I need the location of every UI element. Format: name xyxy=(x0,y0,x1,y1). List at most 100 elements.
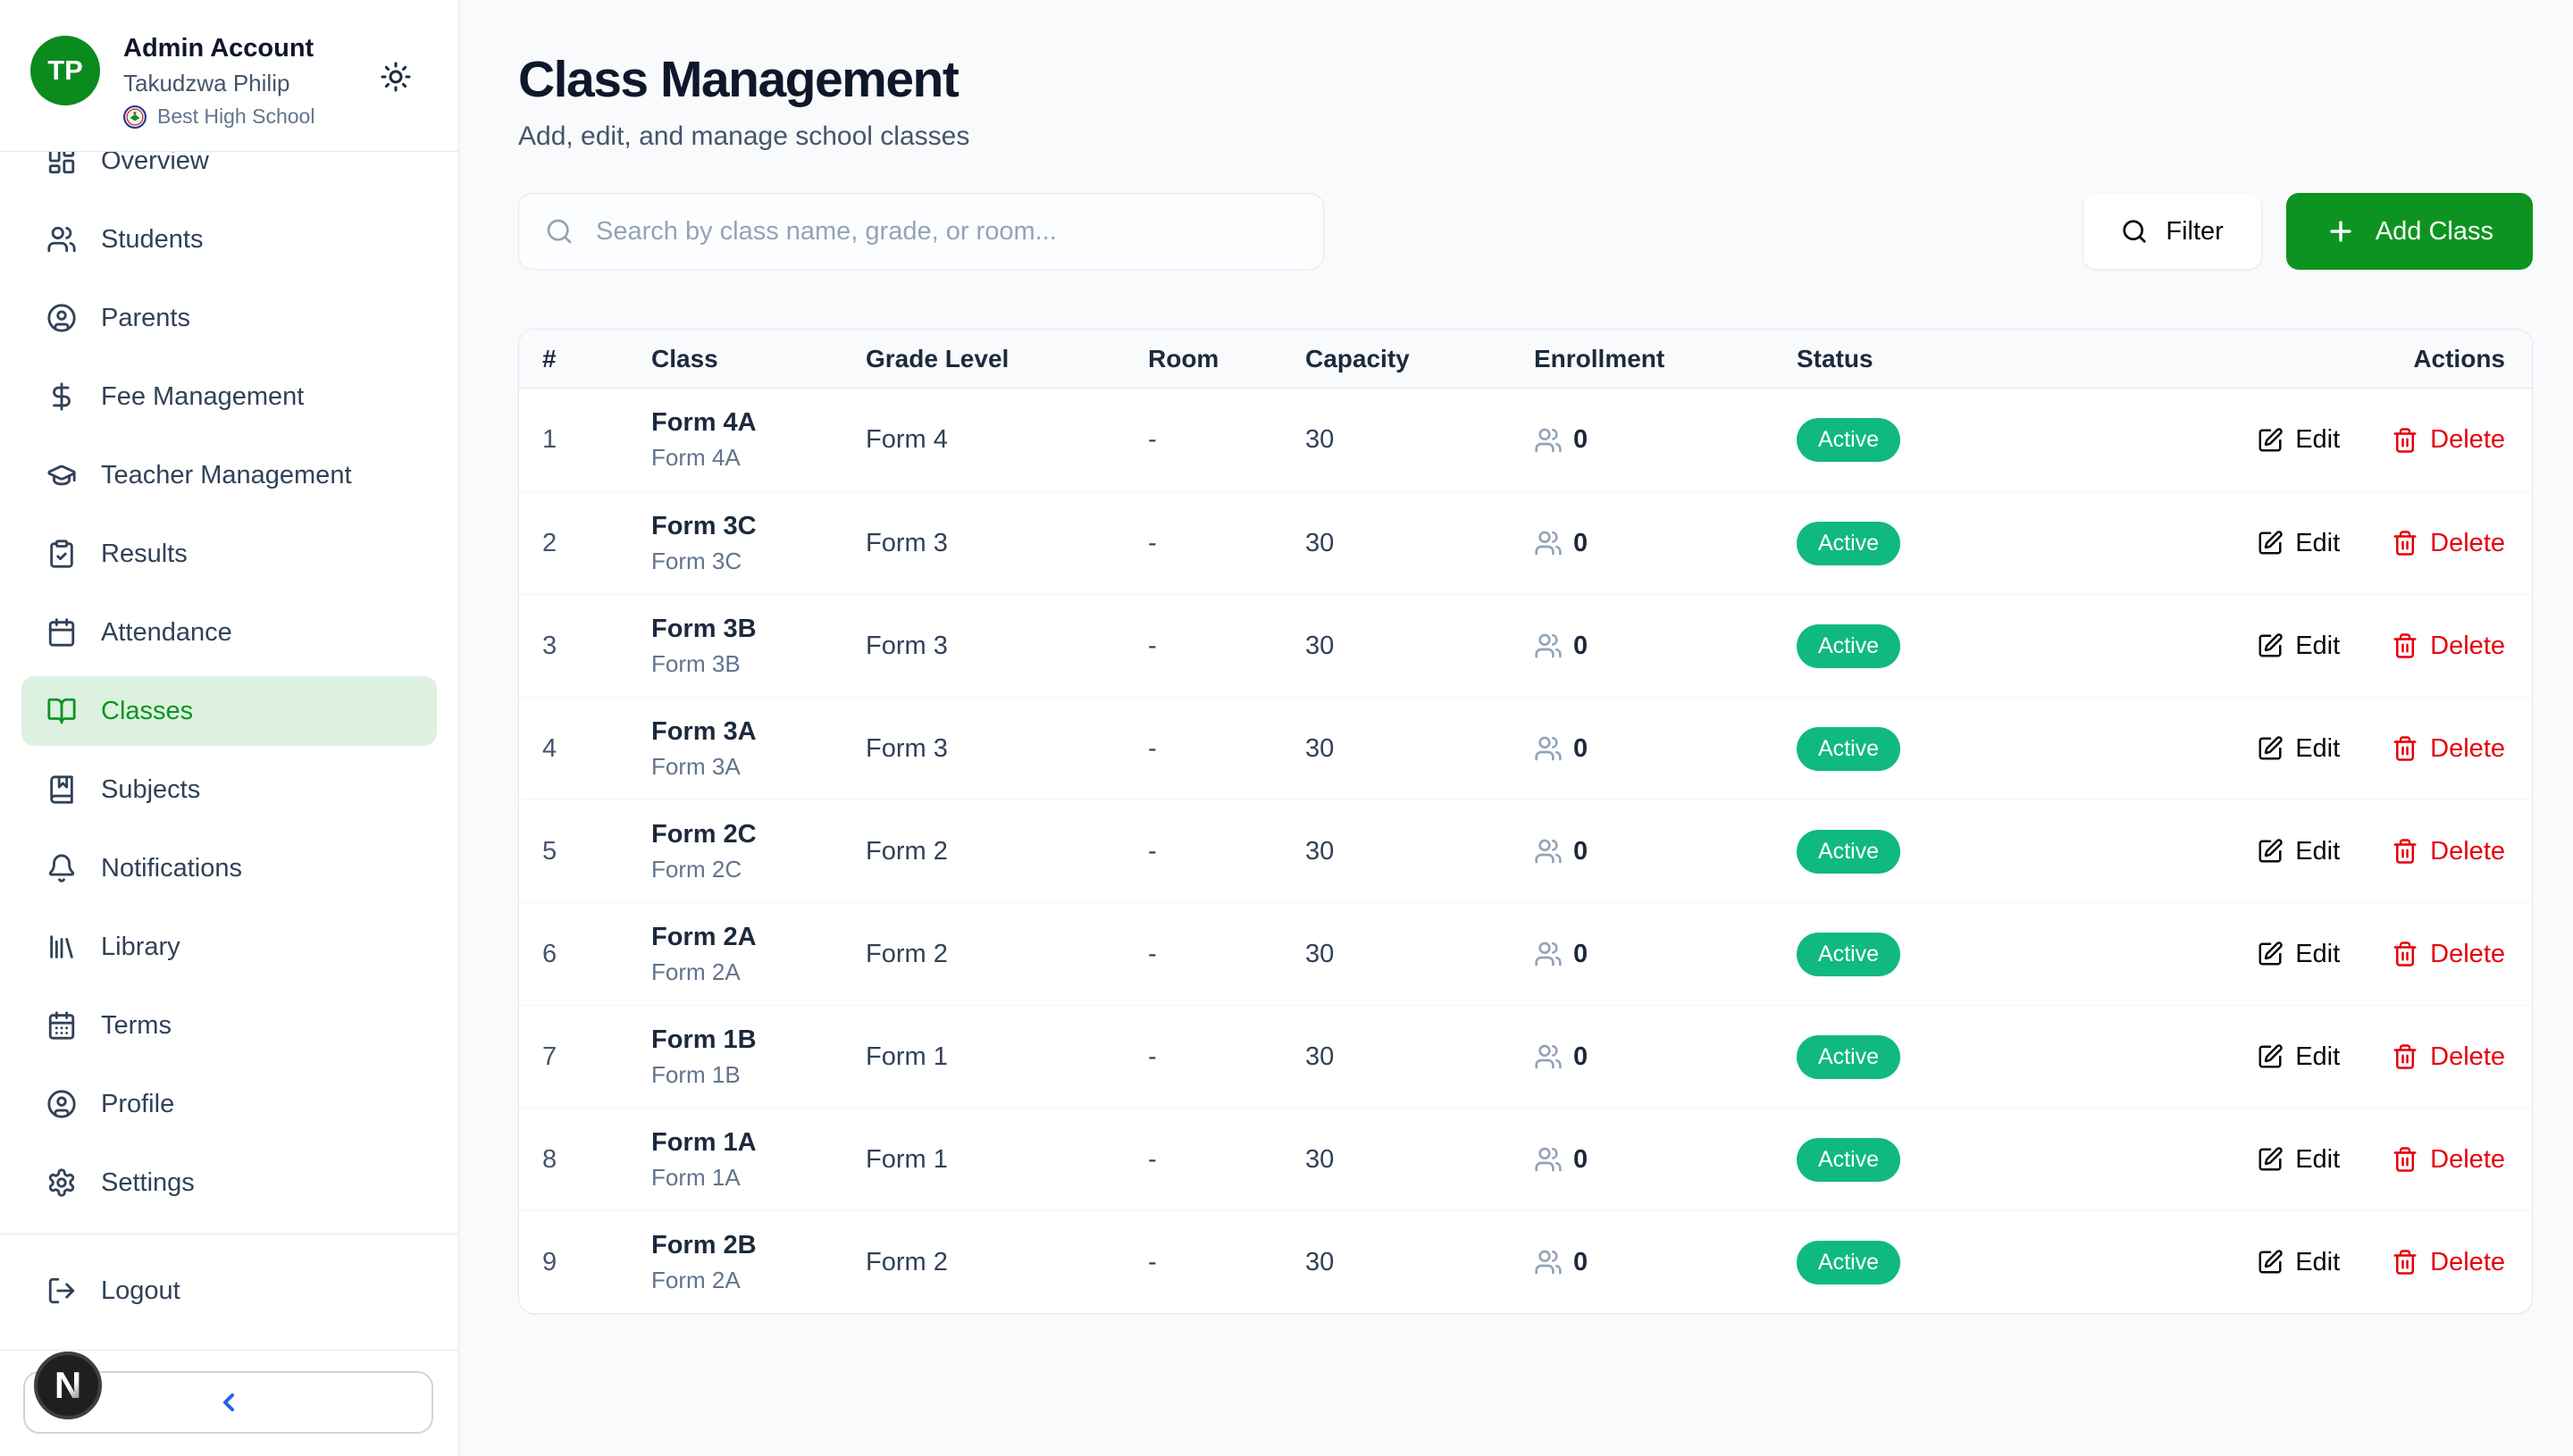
classes-table: # Class Grade Level Room Capacity Enroll… xyxy=(518,329,2533,1314)
grade-level: Form 2 xyxy=(866,837,1148,866)
status-badge: Active xyxy=(1797,727,1900,771)
nextjs-dev-badge[interactable]: N xyxy=(34,1351,102,1419)
edit-button[interactable]: Edit xyxy=(2257,1248,2340,1277)
table-row: 2 Form 3C Form 3C Form 3 - 30 0 Active xyxy=(519,491,2532,594)
logout-label: Logout xyxy=(101,1276,180,1306)
sidebar-item-terms[interactable]: Terms xyxy=(21,991,437,1060)
add-class-button[interactable]: Add Class xyxy=(2286,193,2533,270)
sidebar-item-fee-management[interactable]: Fee Management xyxy=(21,362,437,431)
sidebar-item-subjects[interactable]: Subjects xyxy=(21,755,437,824)
class-name: Form 2C xyxy=(651,820,866,849)
sidebar-item-label: Library xyxy=(101,933,180,962)
toolbar: Filter Add Class xyxy=(518,193,2533,270)
row-number: 4 xyxy=(542,734,651,764)
users-icon xyxy=(46,224,77,255)
sidebar: TP Admin Account Takudzwa Philip Best Hi… xyxy=(0,0,459,1456)
column-header-status: Status xyxy=(1797,345,2217,373)
theme-toggle-button[interactable] xyxy=(380,61,412,93)
edit-button[interactable]: Edit xyxy=(2257,940,2340,969)
delete-button[interactable]: Delete xyxy=(2392,529,2505,558)
enrollment-count: 0 xyxy=(1573,1248,1588,1277)
dollar-icon xyxy=(46,381,77,412)
sidebar-item-results[interactable]: Results xyxy=(21,519,437,589)
enrollment-count: 0 xyxy=(1573,529,1588,558)
column-header-capacity: Capacity xyxy=(1305,345,1534,373)
room: - xyxy=(1148,734,1305,764)
nextjs-dev-badge-letter: N xyxy=(54,1364,81,1407)
status-badge: Active xyxy=(1797,1241,1900,1284)
capacity: 30 xyxy=(1305,425,1534,455)
room: - xyxy=(1148,1145,1305,1175)
sun-icon xyxy=(380,61,412,93)
sidebar-item-notifications[interactable]: Notifications xyxy=(21,833,437,903)
edit-button[interactable]: Edit xyxy=(2257,734,2340,764)
edit-button-label: Edit xyxy=(2295,940,2340,969)
trash-icon xyxy=(2392,530,2418,556)
status-badge: Active xyxy=(1797,830,1900,874)
table-row: 3 Form 3B Form 3B Form 3 - 30 0 Active xyxy=(519,594,2532,697)
edit-button[interactable]: Edit xyxy=(2257,529,2340,558)
filter-button[interactable]: Filter xyxy=(2083,194,2260,269)
edit-button[interactable]: Edit xyxy=(2257,425,2340,455)
delete-button[interactable]: Delete xyxy=(2392,1248,2505,1277)
column-header-room: Room xyxy=(1148,345,1305,373)
sidebar-item-teacher-management[interactable]: Teacher Management xyxy=(21,440,437,510)
delete-button[interactable]: Delete xyxy=(2392,734,2505,764)
room: - xyxy=(1148,1248,1305,1277)
enrollment-count: 0 xyxy=(1573,1145,1588,1175)
edit-button[interactable]: Edit xyxy=(2257,1145,2340,1175)
sidebar-item-overview[interactable]: Overview xyxy=(21,152,437,196)
capacity: 30 xyxy=(1305,940,1534,969)
delete-button-label: Delete xyxy=(2430,837,2505,866)
sidebar-item-library[interactable]: Library xyxy=(21,912,437,982)
delete-button[interactable]: Delete xyxy=(2392,632,2505,661)
edit-button[interactable]: Edit xyxy=(2257,1042,2340,1072)
enrollment-count: 0 xyxy=(1573,940,1588,969)
class-code: Form 1B xyxy=(651,1061,866,1089)
search-box xyxy=(518,193,1324,270)
row-number: 5 xyxy=(542,837,651,866)
column-header-actions: Actions xyxy=(2217,345,2505,373)
table-row: 9 Form 2B Form 2A Form 2 - 30 0 Active xyxy=(519,1210,2532,1313)
sidebar-item-attendance[interactable]: Attendance xyxy=(21,598,437,667)
delete-button[interactable]: Delete xyxy=(2392,425,2505,455)
search-input[interactable] xyxy=(518,193,1324,270)
sidebar-item-parents[interactable]: Parents xyxy=(21,283,437,353)
delete-button[interactable]: Delete xyxy=(2392,1042,2505,1072)
users-icon xyxy=(1534,632,1563,660)
sidebar-item-label: Settings xyxy=(101,1168,195,1198)
class-name: Form 1A xyxy=(651,1128,866,1158)
sidebar-item-label: Attendance xyxy=(101,618,232,648)
status-badge: Active xyxy=(1797,1138,1900,1182)
delete-button[interactable]: Delete xyxy=(2392,940,2505,969)
column-header-class: Class xyxy=(651,345,866,373)
room: - xyxy=(1148,632,1305,661)
edit-button[interactable]: Edit xyxy=(2257,837,2340,866)
book-open-icon xyxy=(46,696,77,726)
sidebar-item-label: Terms xyxy=(101,1011,172,1041)
delete-button[interactable]: Delete xyxy=(2392,837,2505,866)
delete-button[interactable]: Delete xyxy=(2392,1145,2505,1175)
sidebar-item-label: Results xyxy=(101,540,188,569)
sidebar-item-settings[interactable]: Settings xyxy=(21,1148,437,1218)
room: - xyxy=(1148,837,1305,866)
class-name: Form 4A xyxy=(651,408,866,438)
grade-level: Form 4 xyxy=(866,425,1148,455)
capacity: 30 xyxy=(1305,1248,1534,1277)
sidebar-item-students[interactable]: Students xyxy=(21,205,437,274)
edit-button-label: Edit xyxy=(2295,1248,2340,1277)
layout-dashboard-icon xyxy=(46,152,77,176)
delete-button-label: Delete xyxy=(2430,529,2505,558)
calendar-days-icon xyxy=(46,1010,77,1041)
sidebar-item-profile[interactable]: Profile xyxy=(21,1069,437,1139)
table-row: 1 Form 4A Form 4A Form 4 - 30 0 Active xyxy=(519,389,2532,491)
bell-icon xyxy=(46,853,77,883)
school-name: Best High School xyxy=(157,105,314,129)
logout-icon xyxy=(46,1276,77,1306)
class-code: Form 1A xyxy=(651,1164,866,1192)
logout-button[interactable]: Logout xyxy=(21,1256,437,1326)
edit-button[interactable]: Edit xyxy=(2257,632,2340,661)
profile-name: Admin Account xyxy=(123,34,314,63)
sidebar-item-classes[interactable]: Classes xyxy=(21,676,437,746)
row-number: 9 xyxy=(542,1248,651,1277)
